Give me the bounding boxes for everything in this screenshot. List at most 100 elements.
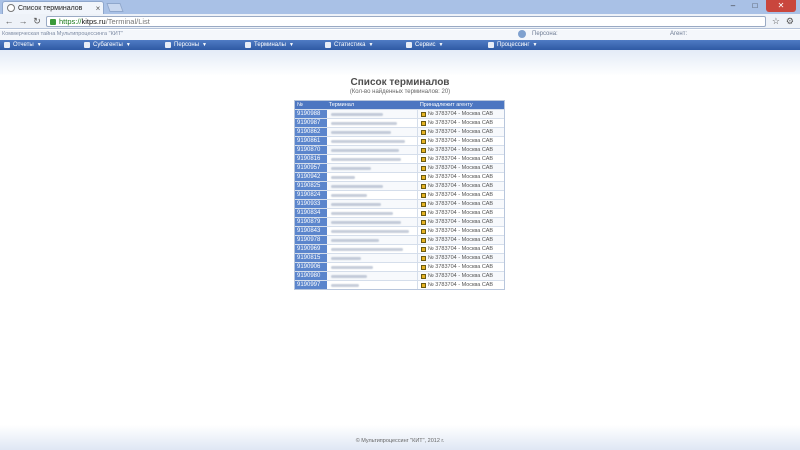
terminal-number-link[interactable]: 9190988 — [295, 110, 327, 118]
minimize-icon[interactable]: – — [722, 0, 744, 12]
terminal-name-cell — [326, 209, 418, 217]
menu-item-statistics[interactable]: Статистика ▼ — [325, 40, 373, 50]
reload-icon[interactable]: ↻ — [32, 16, 42, 26]
agent-label: № 3783704 - Москва САВ — [427, 210, 494, 216]
agent-cell[interactable]: № 3783704 - Москва САВ — [417, 272, 505, 280]
agent-flag-icon — [420, 237, 426, 243]
agent-cell[interactable]: № 3783704 - Москва САВ — [417, 146, 505, 154]
agent-cell[interactable]: № 3783704 - Москва САВ — [417, 281, 505, 289]
agent-cell[interactable]: № 3783704 - Москва САВ — [417, 254, 505, 262]
agent-cell[interactable]: № 3783704 - Москва САВ — [417, 227, 505, 235]
terminal-number-link[interactable]: 9190942 — [295, 173, 327, 181]
agent-cell[interactable]: № 3783704 - Москва САВ — [417, 218, 505, 226]
agent-cell[interactable]: № 3783704 - Москва САВ — [417, 164, 505, 172]
new-tab-button[interactable] — [106, 3, 124, 12]
terminal-number-link[interactable]: 9190815 — [295, 254, 327, 262]
table-row: 9190933 № 3783704 - Москва САВ — [295, 199, 505, 208]
terminal-number-link[interactable]: 9190862 — [295, 128, 327, 136]
menu-item-terminals[interactable]: Терминалы ▼ — [245, 40, 294, 50]
agent-cell[interactable]: № 3783704 - Москва САВ — [417, 236, 505, 244]
redacted-terminal-name — [330, 148, 399, 152]
agent-label: № 3783704 - Москва САВ — [427, 273, 494, 279]
terminal-number-link[interactable]: 9190825 — [295, 182, 327, 190]
agent-cell[interactable]: № 3783704 - Москва САВ — [417, 119, 505, 127]
table-body: 9190988 № 3783704 - Москва САВ 9190987 № 37… — [295, 109, 505, 289]
agent-flag-icon — [420, 282, 426, 288]
terminal-number-link[interactable]: 9190969 — [295, 245, 327, 253]
menu-item-label: Процессинг — [497, 42, 530, 48]
menu-item-reports[interactable]: Отчеты ▼ — [4, 40, 42, 50]
redacted-terminal-name — [330, 121, 397, 125]
menu-item-subagents[interactable]: Субагенты ▼ — [84, 40, 131, 50]
menu-item-service[interactable]: Сервис ▼ — [406, 40, 444, 50]
agent-cell[interactable]: № 3783704 - Москва САВ — [417, 155, 505, 163]
terminal-number-link[interactable]: 9190978 — [295, 236, 327, 244]
service-icon — [406, 42, 412, 48]
agent-flag-icon — [420, 174, 426, 180]
bookmark-star-icon[interactable]: ☆ — [772, 16, 780, 26]
agent-cell[interactable]: № 3783704 - Москва САВ — [417, 128, 505, 136]
maximize-icon[interactable]: □ — [744, 0, 766, 12]
terminal-number-link[interactable]: 9190861 — [295, 137, 327, 145]
terminal-number-link[interactable]: 9190879 — [295, 218, 327, 226]
processing-icon — [488, 42, 494, 48]
close-window-icon[interactable]: ✕ — [766, 0, 796, 12]
menu-item-label: Статистика — [334, 42, 366, 48]
agent-cell[interactable]: № 3783704 - Москва САВ — [417, 110, 505, 118]
browser-tab[interactable]: Список терминалов × — [2, 1, 104, 14]
terminal-number-link[interactable]: 9190834 — [295, 209, 327, 217]
terminal-name-cell — [326, 110, 418, 118]
column-header-agent[interactable]: Принадлежит агенту — [418, 101, 504, 109]
table-header: № Терминал Принадлежит агенту — [295, 101, 504, 109]
table-row: 9190834 № 3783704 - Москва САВ — [295, 208, 505, 217]
agent-flag-icon — [420, 219, 426, 225]
redacted-terminal-name — [330, 265, 373, 269]
table-row: 9190942 № 3783704 - Москва САВ — [295, 172, 505, 181]
table-row: 9190969 № 3783704 - Москва САВ — [295, 244, 505, 253]
close-tab-icon[interactable]: × — [93, 4, 103, 13]
terminal-number-link[interactable]: 9190816 — [295, 155, 327, 163]
address-bar[interactable]: https:// kitps.ru /Terminal/List — [46, 16, 766, 27]
table-row: 9190861 № 3783704 - Москва САВ — [295, 136, 505, 145]
terminal-number-link[interactable]: 9190824 — [295, 191, 327, 199]
agent-flag-icon — [420, 192, 426, 198]
main-menu: Отчеты ▼ Субагенты ▼ Персоны ▼ Терминалы… — [0, 40, 800, 50]
agent-flag-icon — [420, 201, 426, 207]
agent-cell[interactable]: № 3783704 - Москва САВ — [417, 173, 505, 181]
agent-cell[interactable]: № 3783704 - Москва САВ — [417, 137, 505, 145]
agent-cell[interactable]: № 3783704 - Москва САВ — [417, 182, 505, 190]
tab-title: Список терминалов — [18, 4, 83, 12]
agent-cell[interactable]: № 3783704 - Москва САВ — [417, 263, 505, 271]
column-header-number[interactable]: № — [295, 101, 327, 109]
table-row: 9190843 № 3783704 - Москва САВ — [295, 226, 505, 235]
terminal-number-link[interactable]: 9190870 — [295, 146, 327, 154]
agent-label: № 3783704 - Москва САВ — [427, 246, 494, 252]
table-row: 9190987 № 3783704 - Москва САВ — [295, 118, 505, 127]
redacted-terminal-name — [330, 166, 371, 170]
terminal-number-link[interactable]: 9190906 — [295, 263, 327, 271]
wrench-icon[interactable]: ⚙ — [786, 16, 794, 26]
chevron-down-icon: ▼ — [438, 42, 444, 48]
back-icon[interactable]: ← — [4, 16, 14, 26]
menu-item-processing[interactable]: Процессинг ▼ — [488, 40, 538, 50]
agent-cell[interactable]: № 3783704 - Москва САВ — [417, 191, 505, 199]
forward-icon[interactable]: → — [18, 16, 28, 26]
terminal-number-link[interactable]: 9190933 — [295, 200, 327, 208]
terminal-number-link[interactable]: 9190987 — [295, 119, 327, 127]
url-path: /Terminal/List — [105, 17, 150, 26]
agent-flag-icon — [420, 147, 426, 153]
menu-item-persons[interactable]: Персоны ▼ — [165, 40, 207, 50]
terminal-name-cell — [326, 164, 418, 172]
terminal-number-link[interactable]: 9190980 — [295, 272, 327, 280]
terminal-number-link[interactable]: 9190957 — [295, 164, 327, 172]
terminal-name-cell — [326, 200, 418, 208]
column-header-terminal[interactable]: Терминал — [327, 101, 418, 109]
chevron-down-icon: ▼ — [36, 42, 42, 48]
terminal-number-link[interactable]: 9190843 — [295, 227, 327, 235]
chevron-down-icon: ▼ — [125, 42, 131, 48]
terminal-number-link[interactable]: 9190997 — [295, 281, 327, 289]
agent-label: № 3783704 - Москва САВ — [427, 165, 494, 171]
agent-cell[interactable]: № 3783704 - Москва САВ — [417, 245, 505, 253]
agent-cell[interactable]: № 3783704 - Москва САВ — [417, 209, 505, 217]
agent-cell[interactable]: № 3783704 - Москва САВ — [417, 200, 505, 208]
